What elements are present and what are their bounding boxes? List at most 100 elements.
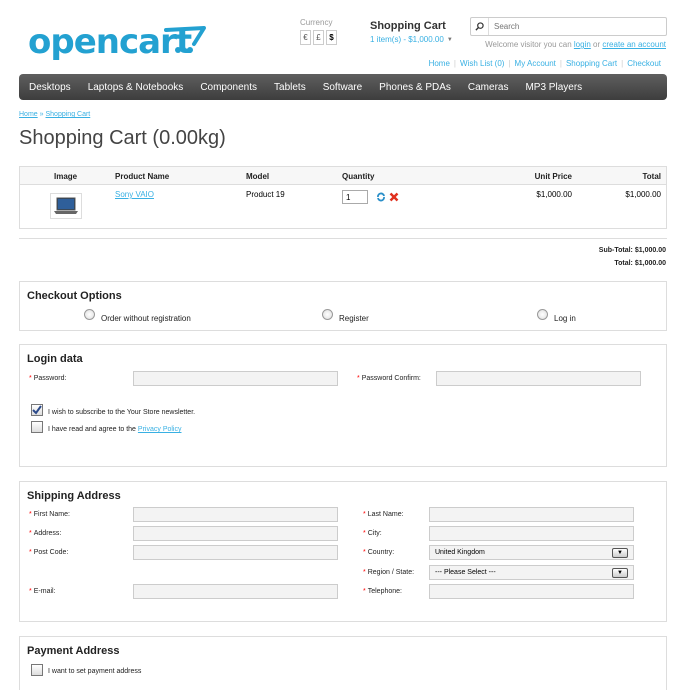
post-code-field[interactable]: [133, 545, 338, 560]
password-confirm-label: * Password Confirm:: [357, 375, 421, 382]
email-field[interactable]: [133, 584, 338, 599]
privacy-policy-link[interactable]: Privacy Policy: [138, 426, 182, 433]
total-row: Total: $1,000.00: [614, 260, 666, 267]
main-menu: Desktops Laptops & Notebooks Components …: [19, 74, 667, 100]
product-thumbnail[interactable]: [50, 193, 82, 219]
telephone-field[interactable]: [429, 584, 634, 599]
region-value: --- Please Select ---: [435, 569, 496, 576]
address-label: * Address:: [29, 530, 62, 537]
telephone-label: * Telephone:: [363, 588, 402, 595]
city-field[interactable]: [429, 526, 634, 541]
product-name-link[interactable]: Sony VAIO: [115, 190, 154, 199]
password-confirm-field[interactable]: [436, 371, 641, 386]
country-label: * Country:: [363, 549, 395, 556]
breadcrumb-home[interactable]: Home: [19, 111, 38, 118]
menu-item-desktops[interactable]: Desktops: [29, 82, 71, 93]
currency-pound-button[interactable]: £: [313, 30, 324, 45]
breadcrumb: Home » Shopping Cart: [19, 111, 90, 118]
table-row: Sony VAIO Product 19 $1,000.00 $1,000.00: [20, 185, 666, 229]
payment-address-title: Payment Address: [27, 645, 120, 657]
checkout-options-panel: Checkout Options Order without registrat…: [19, 281, 667, 331]
quantity-input[interactable]: [342, 190, 368, 204]
checkout-options-title: Checkout Options: [27, 290, 122, 302]
divider: [19, 238, 667, 239]
cart-table-header: Image Product Name Model Quantity Unit P…: [20, 167, 666, 185]
menu-item-cameras[interactable]: Cameras: [468, 82, 509, 93]
page-title: Shopping Cart (0.00kg): [19, 127, 226, 149]
currency-dollar-button[interactable]: $: [326, 30, 337, 45]
radio-login[interactable]: [537, 309, 548, 320]
first-name-field[interactable]: [133, 507, 338, 522]
search-box: [470, 17, 667, 36]
top-link-wishlist[interactable]: Wish List (0): [460, 59, 504, 68]
address-field[interactable]: [133, 526, 338, 541]
welcome-or: or: [593, 40, 601, 49]
radio-guest[interactable]: [84, 309, 95, 320]
country-select[interactable]: United Kingdom ▼: [429, 545, 634, 560]
menu-item-mp3[interactable]: MP3 Players: [525, 82, 582, 93]
checkmark-icon: [32, 405, 42, 415]
search-input[interactable]: [489, 22, 666, 31]
last-name-label: * Last Name:: [363, 511, 404, 518]
total-label: Total:: [614, 260, 633, 267]
menu-item-tablets[interactable]: Tablets: [274, 82, 306, 93]
top-link-cart[interactable]: Shopping Cart: [566, 59, 617, 68]
breadcrumb-sep: »: [39, 111, 44, 118]
currency-euro-button[interactable]: €: [300, 30, 311, 45]
login-link[interactable]: login: [574, 40, 591, 49]
row-total: $1,000.00: [625, 190, 661, 199]
top-link-checkout[interactable]: Checkout: [627, 59, 661, 68]
remove-icon[interactable]: [389, 192, 399, 202]
payment-address-label: I want to set payment address: [48, 668, 142, 675]
menu-item-software[interactable]: Software: [323, 82, 362, 93]
logo-cart-icon: [164, 26, 206, 53]
logo[interactable]: opencart: [28, 22, 206, 62]
menu-item-laptops[interactable]: Laptops & Notebooks: [88, 82, 184, 93]
newsletter-checkbox[interactable]: [31, 404, 43, 416]
login-data-title: Login data: [27, 353, 83, 365]
col-model: Model: [246, 172, 270, 181]
email-label: * E-mail:: [29, 588, 56, 595]
first-name-label: * First Name:: [29, 511, 70, 518]
col-unit-price: Unit Price: [534, 172, 572, 181]
country-value: United Kingdom: [435, 549, 485, 556]
refresh-icon[interactable]: [376, 192, 386, 202]
create-account-link[interactable]: create an account: [602, 40, 666, 49]
header-cart-summary[interactable]: 1 item(s) - $1,000.00 ▼: [370, 35, 453, 44]
total-value: $1,000.00: [634, 260, 666, 267]
dropdown-arrow-icon: ▼: [612, 548, 628, 558]
col-quantity: Quantity: [342, 172, 375, 181]
post-code-label: * Post Code:: [29, 549, 69, 556]
search-button[interactable]: [471, 18, 489, 35]
laptop-icon: [54, 197, 78, 214]
payment-address-checkbox[interactable]: [31, 664, 43, 676]
last-name-field[interactable]: [429, 507, 634, 522]
top-link-account[interactable]: My Account: [515, 59, 556, 68]
region-label: * Region / State:: [363, 569, 415, 576]
menu-item-components[interactable]: Components: [200, 82, 257, 93]
region-select[interactable]: --- Please Select --- ▼: [429, 565, 634, 580]
top-link-home[interactable]: Home: [429, 59, 450, 68]
subtotal-row: Sub-Total: $1,000.00: [599, 247, 666, 254]
col-image: Image: [54, 172, 78, 181]
menu-item-phones[interactable]: Phones & PDAs: [379, 82, 451, 93]
dropdown-arrow-icon: ▼: [612, 568, 628, 578]
newsletter-label: I wish to subscribe to the Your Store ne…: [48, 409, 196, 416]
header-cart-title: Shopping Cart: [370, 20, 446, 32]
password-label: * Password:: [29, 375, 67, 382]
cart-table: Image Product Name Model Quantity Unit P…: [19, 166, 667, 229]
payment-address-panel: Payment Address I want to set payment ad…: [19, 636, 667, 690]
top-links: Home | Wish List (0) | My Account | Shoppin…: [428, 59, 661, 68]
radio-login-label: Log in: [554, 314, 576, 323]
password-field[interactable]: [133, 371, 338, 386]
radio-register[interactable]: [322, 309, 333, 320]
col-total: Total: [642, 172, 661, 181]
shipping-address-title: Shipping Address: [27, 490, 121, 502]
breadcrumb-current[interactable]: Shopping Cart: [46, 111, 91, 118]
chevron-down-icon: ▼: [446, 36, 453, 43]
col-product-name: Product Name: [115, 172, 170, 181]
welcome-prefix: Welcome visitor you can: [485, 40, 572, 49]
privacy-checkbox[interactable]: [31, 421, 43, 433]
search-icon: [475, 22, 484, 31]
login-data-panel: Login data * Password: * Password Confirm:…: [19, 344, 667, 467]
